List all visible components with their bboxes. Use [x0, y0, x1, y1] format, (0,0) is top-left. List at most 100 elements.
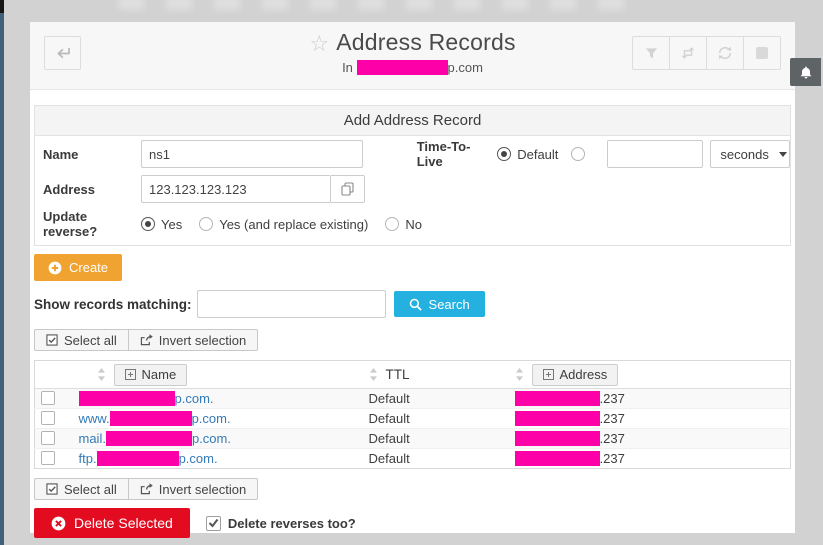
redacted-text [106, 431, 192, 446]
search-button[interactable]: Search [394, 291, 485, 317]
add-record-form: Add Address Record Name Time-To-Live Def… [34, 105, 791, 246]
clipboard-icon [341, 182, 354, 196]
notifications-tab[interactable] [790, 58, 821, 86]
retweet-button[interactable] [669, 36, 707, 70]
delete-selected-button[interactable]: Delete Selected [34, 508, 190, 538]
plus-square-icon [543, 369, 554, 380]
table-row: ftp.p.com. Default .237 [35, 449, 791, 469]
address-value: .237 [507, 429, 791, 449]
ttl-group: Time-To-Live Default seconds [417, 139, 790, 169]
table-row: p.com. Default .237 [35, 389, 791, 409]
update-reverse-label: Update reverse? [43, 209, 141, 239]
ttl-unit-value: seconds [720, 147, 768, 162]
paste-address-button[interactable] [331, 175, 365, 203]
redacted-text [515, 411, 600, 426]
chevron-down-icon [779, 152, 787, 157]
address-value: .237 [507, 449, 791, 469]
delete-reverses-checkbox[interactable] [206, 516, 221, 531]
redacted-text [515, 391, 600, 406]
table-row: www.p.com. Default .237 [35, 409, 791, 429]
page-content: Add Address Record Name Time-To-Live Def… [30, 105, 795, 538]
redacted-text [110, 411, 192, 426]
name-input[interactable] [141, 140, 363, 168]
check-square-icon [46, 334, 58, 346]
ttl-value: Default [357, 449, 507, 469]
invert-selection-button[interactable]: Invert selection [128, 329, 258, 351]
address-label: Address [43, 182, 141, 197]
ttl-value: Default [357, 429, 507, 449]
records-table: Name TTL Address [34, 360, 791, 469]
stop-icon [756, 47, 768, 59]
redacted-text [79, 391, 175, 406]
address-input[interactable] [141, 175, 331, 203]
check-square-icon [46, 483, 58, 495]
ttl-column-header: TTL [386, 367, 410, 382]
name-column-button[interactable]: Name [114, 364, 188, 386]
select-all-button[interactable]: Select all [34, 329, 129, 351]
filter-button[interactable] [632, 36, 670, 70]
address-row: Address [35, 172, 790, 206]
sort-icon[interactable] [369, 368, 378, 381]
record-name-link[interactable]: mail.p.com. [79, 431, 231, 446]
x-circle-icon [51, 516, 66, 531]
update-reverse-row: Update reverse? Yes Yes (and replace exi… [35, 206, 790, 245]
select-all-button[interactable]: Select all [34, 478, 129, 500]
ttl-label: Time-To-Live [417, 139, 489, 169]
sort-icon[interactable] [515, 368, 524, 381]
search-icon [409, 298, 422, 311]
background-watermark [118, 0, 638, 10]
check-icon [208, 518, 219, 528]
name-row: Name Time-To-Live Default seconds [35, 136, 790, 172]
favorite-star-icon[interactable]: ☆ [309, 31, 329, 56]
delete-reverses-label: Delete reverses too? [228, 516, 356, 531]
ttl-default-radio[interactable] [497, 147, 511, 161]
page-header: ☆Address Records In p.com [30, 22, 795, 90]
redacted-text [97, 451, 179, 466]
stop-button[interactable] [743, 36, 781, 70]
search-row: Show records matching: Search [34, 290, 791, 318]
address-column-button[interactable]: Address [532, 364, 619, 386]
delete-row: Delete Selected Delete reverses too? [34, 508, 791, 538]
header-toolbar [633, 36, 781, 70]
ttl-custom-radio[interactable] [571, 147, 585, 161]
update-reverse-yes-radio[interactable] [141, 217, 155, 231]
row-checkbox[interactable] [41, 411, 55, 425]
update-reverse-replace-radio[interactable] [199, 217, 213, 231]
ttl-value: Default [357, 389, 507, 409]
selection-buttons-top: Select all Invert selection [34, 329, 791, 351]
page-title: Address Records [336, 29, 515, 55]
ttl-custom-input[interactable] [607, 140, 703, 168]
refresh-button[interactable] [706, 36, 744, 70]
share-arrow-icon [140, 483, 153, 495]
search-label: Show records matching: [34, 297, 192, 312]
plus-square-icon [125, 369, 136, 380]
update-reverse-no-radio[interactable] [385, 217, 399, 231]
search-input[interactable] [197, 290, 386, 318]
record-name-link[interactable]: p.com. [79, 391, 214, 406]
bell-icon [799, 65, 813, 80]
filter-icon [645, 47, 658, 60]
share-arrow-icon [140, 334, 153, 346]
table-row: mail.p.com. Default .237 [35, 429, 791, 449]
ttl-default-option-label: Default [517, 147, 558, 162]
address-value: .237 [507, 389, 791, 409]
record-name-link[interactable]: ftp.p.com. [79, 451, 218, 466]
ttl-value: Default [357, 409, 507, 429]
invert-selection-button[interactable]: Invert selection [128, 478, 258, 500]
window-edge-strip [0, 0, 4, 545]
checkbox-column-header [35, 361, 65, 389]
redacted-domain [357, 60, 448, 75]
address-records-panel: ☆Address Records In p.com Add Addres [30, 22, 795, 533]
table-header-row: Name TTL Address [35, 361, 791, 389]
record-name-link[interactable]: www.p.com. [79, 411, 231, 426]
sort-icon[interactable] [97, 368, 106, 381]
selection-buttons-bottom: Select all Invert selection [34, 478, 791, 500]
create-button[interactable]: Create [34, 254, 122, 281]
row-checkbox[interactable] [41, 391, 55, 405]
retweet-icon [680, 47, 696, 59]
redacted-text [515, 431, 600, 446]
ttl-unit-select[interactable]: seconds [710, 140, 790, 168]
row-checkbox[interactable] [41, 431, 55, 445]
form-title: Add Address Record [35, 106, 790, 136]
row-checkbox[interactable] [41, 451, 55, 465]
